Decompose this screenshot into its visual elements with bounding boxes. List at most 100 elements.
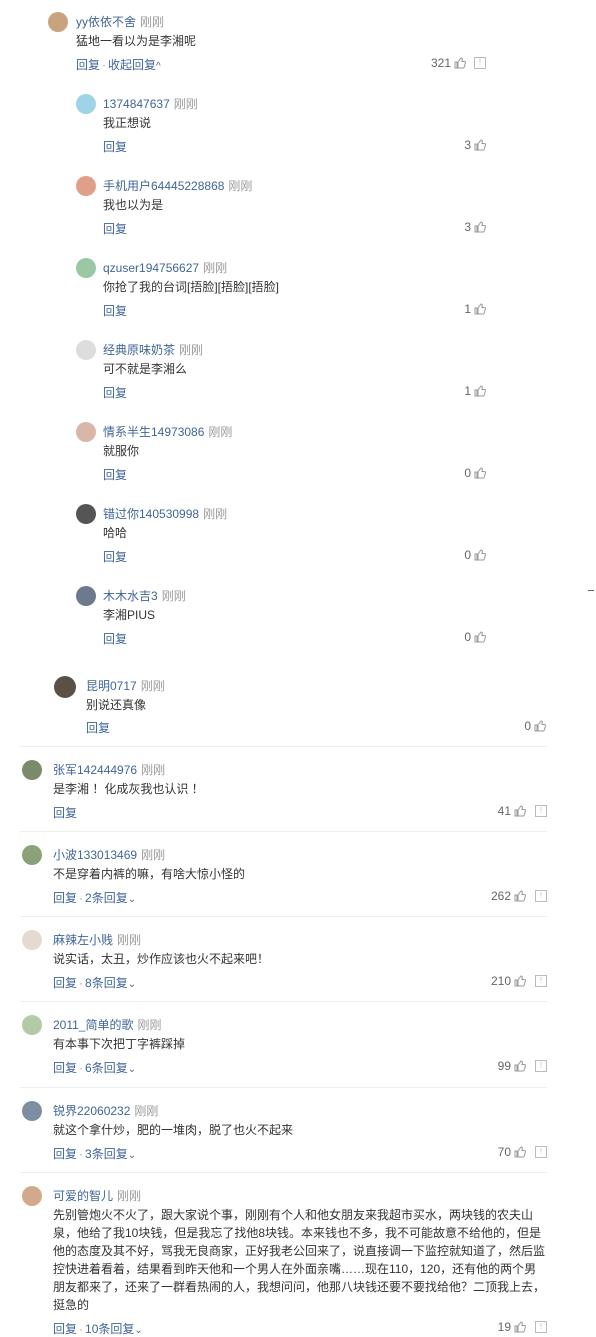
username[interactable]: 手机用户64445228868: [103, 179, 224, 193]
avatar[interactable]: [76, 258, 96, 278]
like-button[interactable]: 3: [420, 220, 486, 234]
like-button[interactable]: 0: [420, 630, 486, 644]
like-button[interactable]: 210: [460, 974, 526, 988]
reply-button[interactable]: 回复: [103, 220, 127, 237]
like-count: 70: [497, 1145, 511, 1159]
reply-button[interactable]: 回复: [53, 891, 77, 905]
username[interactable]: yy依依不舍: [76, 15, 136, 29]
timestamp: 刚刚: [141, 848, 166, 862]
like-count: 210: [490, 974, 511, 988]
reply-button[interactable]: 回复: [53, 976, 77, 990]
like-button[interactable]: 3: [420, 138, 486, 152]
username[interactable]: 2011_简单的歌: [53, 1018, 133, 1032]
comment-text: 就服你: [103, 444, 140, 458]
reply-button[interactable]: 回复: [103, 302, 127, 319]
comment-author: 可爱的智儿 刚刚: [53, 1187, 141, 1204]
avatar[interactable]: [76, 176, 96, 196]
avatar[interactable]: [54, 676, 76, 698]
report-icon[interactable]: !: [535, 1060, 547, 1072]
avatar[interactable]: [22, 845, 42, 865]
timestamp: 刚刚: [117, 1189, 142, 1203]
like-button[interactable]: 0: [420, 466, 486, 480]
like-button[interactable]: 99: [460, 1059, 526, 1073]
reply-button[interactable]: 回复: [76, 58, 100, 72]
comment-actions: 回复 · 6条回复⌄: [53, 1061, 137, 1075]
report-icon[interactable]: !: [535, 890, 547, 902]
like-button[interactable]: 0: [480, 719, 546, 733]
reply-button[interactable]: 回复: [103, 138, 127, 155]
report-icon[interactable]: !: [474, 57, 486, 69]
avatar[interactable]: [48, 12, 68, 32]
like-button[interactable]: 41: [460, 804, 526, 818]
username[interactable]: 张军142444976: [53, 763, 137, 777]
avatar[interactable]: [22, 1186, 42, 1206]
reply-button[interactable]: 回复: [53, 1147, 77, 1161]
reply-button[interactable]: 回复: [53, 1061, 77, 1075]
report-icon[interactable]: !: [535, 805, 547, 817]
comment-text: 我正想说: [103, 116, 152, 130]
avatar[interactable]: [76, 504, 96, 524]
like-button[interactable]: 70: [460, 1145, 526, 1159]
avatar[interactable]: [76, 94, 96, 114]
comment-author: 手机用户64445228868 刚刚: [103, 177, 252, 194]
chevron-down-icon: ⌄: [134, 1325, 143, 1336]
comment-text: 就这个拿什炒，肥的一堆肉，脱了也火不起来: [53, 1123, 294, 1137]
username[interactable]: 1374847637: [103, 97, 170, 111]
like-button[interactable]: 1: [420, 384, 486, 398]
username[interactable]: 木木水吉3: [103, 589, 158, 603]
reply-button[interactable]: 回复: [86, 719, 110, 736]
avatar[interactable]: [76, 340, 96, 360]
avatar[interactable]: [22, 760, 42, 780]
username[interactable]: 锐界22060232: [53, 1104, 130, 1118]
like-count: 41: [497, 804, 511, 818]
like-button[interactable]: 321: [400, 56, 466, 70]
reply-button[interactable]: 回复: [103, 466, 127, 483]
report-icon[interactable]: !: [535, 1321, 547, 1333]
view-replies-button[interactable]: 3条回复⌄: [85, 1147, 136, 1161]
timestamp: 刚刚: [137, 1018, 162, 1032]
timestamp: 刚刚: [140, 679, 165, 693]
comment-actions: 回复 · 收起回复^: [76, 58, 161, 72]
avatar[interactable]: [76, 422, 96, 442]
reply-button[interactable]: 回复: [103, 384, 127, 401]
username[interactable]: 经典原味奶茶: [103, 343, 175, 357]
timestamp: 刚刚: [161, 589, 186, 603]
like-button[interactable]: 0: [420, 548, 486, 562]
like-count: 0: [464, 466, 471, 480]
avatar[interactable]: [22, 1101, 42, 1121]
collapse-replies-button[interactable]: 收起回复^: [108, 58, 161, 72]
username[interactable]: 情系半生14973086: [103, 425, 204, 439]
thumbs-up-icon: [514, 1146, 526, 1158]
reply-button[interactable]: 回复: [103, 548, 127, 565]
username[interactable]: 昆明0717: [86, 679, 137, 693]
view-replies-button[interactable]: 2条回复⌄: [85, 891, 136, 905]
comment-text: 有本事下次把丁字裤踩掉: [53, 1037, 186, 1051]
report-icon[interactable]: !: [535, 975, 547, 987]
like-button[interactable]: 1: [420, 302, 486, 316]
thumbs-up-icon: [514, 890, 526, 902]
username[interactable]: 小波133013469: [53, 848, 137, 862]
reply-button[interactable]: 回复: [53, 806, 77, 820]
comment-text: 先别管炮火不火了，跟大家说个事，刚刚有个人和他女朋友来我超市买水，两块钱的农夫山…: [53, 1208, 546, 1312]
avatar[interactable]: [76, 586, 96, 606]
username[interactable]: 麻辣左小贱: [53, 933, 113, 947]
view-replies-button[interactable]: 8条回复⌄: [85, 976, 136, 990]
like-button[interactable]: 262: [460, 889, 526, 903]
comment-text: 不是穿着内裤的嘛，有啥大惊小怪的: [53, 867, 246, 881]
view-replies-button[interactable]: 6条回复⌄: [85, 1061, 136, 1075]
avatar[interactable]: [22, 1015, 42, 1035]
username[interactable]: 可爱的智儿: [53, 1189, 113, 1203]
avatar[interactable]: [22, 930, 42, 950]
comment-author: 木木水吉3 刚刚: [103, 587, 186, 604]
username[interactable]: 错过你140530998: [103, 507, 199, 521]
reply-button[interactable]: 回复: [53, 1322, 77, 1336]
view-replies-button[interactable]: 10条回复⌄: [85, 1322, 143, 1336]
username[interactable]: qzuser194756627: [103, 261, 199, 275]
like-button[interactable]: 19: [460, 1320, 526, 1334]
scrollbar-marker[interactable]: [588, 590, 594, 591]
report-icon[interactable]: !: [535, 1146, 547, 1158]
timestamp: 刚刚: [134, 1104, 159, 1118]
reply-button[interactable]: 回复: [103, 630, 127, 647]
like-count: 99: [497, 1059, 511, 1073]
comment-text: 哈哈: [103, 526, 128, 540]
